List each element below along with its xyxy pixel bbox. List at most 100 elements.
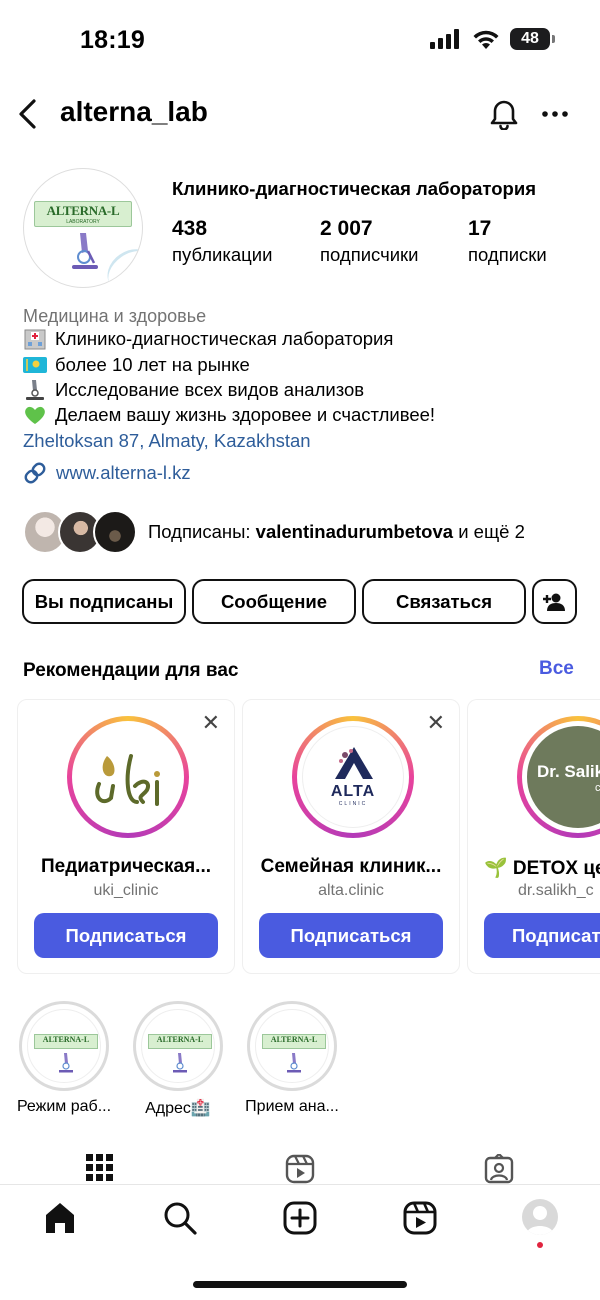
bell-icon[interactable] bbox=[487, 96, 521, 130]
card-avatar: ALTA CLINIC bbox=[302, 726, 404, 828]
alta-logo-icon bbox=[335, 747, 373, 779]
drsalikh-logo-subtext: clir bbox=[595, 782, 600, 794]
stat-followers-value: 2 007 bbox=[320, 217, 373, 240]
story-highlight[interactable]: ALTERNA-L Адрес🏥 bbox=[133, 1001, 223, 1118]
bio-line-text: Делаем вашу жизнь здоровее и счастливее! bbox=[55, 404, 436, 425]
recommendation-card[interactable]: ✕ ALTA CLINIC Семейная клиник... alta.cl… bbox=[242, 699, 460, 974]
highlight-logo-text: ALTERNA-L bbox=[42, 1035, 90, 1044]
website-link: www.alterna-l.kz bbox=[56, 462, 191, 483]
hospital-emoji-icon bbox=[23, 328, 47, 350]
story-highlight[interactable]: ALTERNA-L Прием ана... bbox=[245, 1001, 339, 1116]
status-icons: 48 bbox=[430, 28, 555, 50]
highlight-label: Прием ана... bbox=[245, 1098, 339, 1115]
card-avatar: Dr. Salik clir bbox=[527, 726, 600, 828]
microscope-logo-icon bbox=[59, 1053, 73, 1073]
highlight-logo-text: ALTERNA-L bbox=[156, 1035, 204, 1044]
highlight-label: Режим раб... bbox=[16, 1098, 112, 1115]
highlight-cover: ALTERNA-L bbox=[141, 1009, 215, 1083]
website-link-row[interactable]: www.alterna-l.kz bbox=[23, 461, 191, 485]
grid-tab-icon[interactable] bbox=[86, 1154, 114, 1184]
reels-nav-icon[interactable] bbox=[403, 1201, 437, 1235]
default-avatar-icon bbox=[526, 1206, 554, 1235]
bio-line: Делаем вашу жизнь здоровее и счастливее! bbox=[23, 404, 435, 426]
address-link[interactable]: Zheltoksan 87, Almaty, Kazakhstan bbox=[23, 430, 311, 452]
stat-posts[interactable]: 438 публикации bbox=[172, 217, 272, 266]
bio-line: Исследование всех видов анализов bbox=[23, 379, 364, 401]
profile-avatar[interactable]: ALTERNA-L LABORATORY bbox=[23, 168, 143, 288]
bio-line-text: Исследование всех видов анализов bbox=[55, 379, 365, 400]
tagged-tab-icon[interactable] bbox=[484, 1154, 514, 1184]
create-tab-icon[interactable] bbox=[283, 1201, 317, 1235]
card-handle: alta.clinic bbox=[318, 882, 384, 899]
profile-title: Клинико-диагностическая лаборатория bbox=[172, 178, 537, 199]
profile-category: Медицина и здоровье bbox=[23, 306, 207, 326]
follower-avatar[interactable] bbox=[93, 510, 137, 554]
reels-tab-icon[interactable] bbox=[285, 1154, 315, 1184]
following-button[interactable]: Вы подписаны bbox=[22, 579, 186, 624]
card-handle: uki_clinic bbox=[93, 882, 159, 899]
contact-button[interactable]: Связаться bbox=[362, 579, 526, 624]
kazakhstan-flag-emoji-icon bbox=[23, 354, 47, 376]
battery-icon: 48 bbox=[510, 28, 555, 50]
card-name: 🌱 DETOX це bbox=[484, 858, 600, 879]
profile-tab-avatar[interactable] bbox=[522, 1199, 558, 1235]
stat-posts-label: публикации bbox=[172, 244, 273, 265]
bio-line: Клинико-диагностическая лаборатория bbox=[23, 328, 393, 350]
story-ring: Dr. Salik clir bbox=[517, 716, 600, 838]
followed-by-prefix: Подписаны: bbox=[148, 521, 256, 542]
uki-logo-icon bbox=[95, 754, 160, 806]
suggest-people-button[interactable] bbox=[532, 579, 577, 624]
card-name: Семейная клиник... bbox=[260, 856, 442, 877]
stat-posts-value: 438 bbox=[172, 217, 208, 240]
add-person-icon bbox=[542, 593, 565, 611]
notification-dot bbox=[537, 1242, 543, 1248]
stat-followers-label: подписчики bbox=[320, 244, 419, 265]
bio-line: более 10 лет на рынке bbox=[23, 354, 250, 376]
avatar-logo-subtext: LABORATORY bbox=[66, 219, 100, 225]
close-icon[interactable]: ✕ bbox=[202, 710, 220, 736]
highlight-logo-text: ALTERNA-L bbox=[270, 1035, 318, 1044]
status-time: 18:19 bbox=[80, 26, 145, 54]
microscope-emoji-icon bbox=[23, 379, 47, 401]
close-icon[interactable]: ✕ bbox=[427, 710, 445, 736]
stat-following[interactable]: 17 подписки bbox=[468, 217, 547, 266]
story-ring bbox=[67, 716, 189, 838]
drsalikh-logo-text: Dr. Salik bbox=[537, 762, 600, 781]
recommendation-card[interactable]: Dr. Salik clir 🌱 DETOX це dr.salikh_c По… bbox=[467, 699, 600, 974]
home-indicator bbox=[193, 1281, 407, 1288]
followed-by-text[interactable]: Подписаны: valentinadurumbetova и ещё 2 bbox=[148, 521, 525, 543]
follow-button[interactable]: Подписаться bbox=[34, 913, 218, 958]
back-icon[interactable] bbox=[16, 98, 38, 130]
home-tab-icon[interactable] bbox=[43, 1201, 77, 1235]
stat-following-label: подписки bbox=[468, 244, 547, 265]
microscope-logo-icon bbox=[287, 1053, 301, 1073]
follow-button[interactable]: Подписат bbox=[484, 913, 600, 958]
bio-line-text: более 10 лет на рынке bbox=[55, 354, 250, 375]
recommendations-title: Рекомендации для вас bbox=[23, 660, 239, 681]
profile-username: alterna_lab bbox=[60, 96, 208, 127]
recommendation-card[interactable]: ✕ Педиатрическая... uki_clinic Подписать… bbox=[17, 699, 235, 974]
alta-logo-text: ALTA bbox=[330, 783, 376, 800]
search-tab-icon[interactable] bbox=[163, 1201, 197, 1235]
link-icon bbox=[23, 461, 47, 485]
message-button[interactable]: Сообщение bbox=[192, 579, 356, 624]
followed-by-user: valentinadurumbetova bbox=[255, 521, 454, 542]
stat-following-value: 17 bbox=[468, 217, 492, 240]
story-highlight[interactable]: ALTERNA-L Режим раб... bbox=[17, 1001, 111, 1116]
highlight-cover: ALTERNA-L bbox=[27, 1009, 101, 1083]
follow-button[interactable]: Подписаться bbox=[259, 913, 443, 958]
see-all-link[interactable]: Все bbox=[539, 658, 574, 680]
bio-line-text: Клинико-диагностическая лаборатория bbox=[55, 328, 394, 349]
avatar-logo-text: ALTERNA-L bbox=[46, 203, 120, 218]
more-options-icon[interactable] bbox=[542, 110, 568, 118]
microscope-logo-icon bbox=[72, 233, 98, 269]
wifi-icon bbox=[472, 29, 500, 49]
stat-followers[interactable]: 2 007 подписчики bbox=[320, 217, 419, 266]
card-avatar bbox=[77, 726, 179, 828]
followed-by-suffix: и ещё 2 bbox=[453, 521, 525, 542]
green-heart-emoji-icon bbox=[23, 404, 47, 426]
card-handle: dr.salikh_c bbox=[518, 882, 594, 899]
alta-logo-subtext: CLINIC bbox=[338, 801, 368, 807]
highlight-cover: ALTERNA-L bbox=[255, 1009, 329, 1083]
signal-icon bbox=[430, 29, 462, 49]
